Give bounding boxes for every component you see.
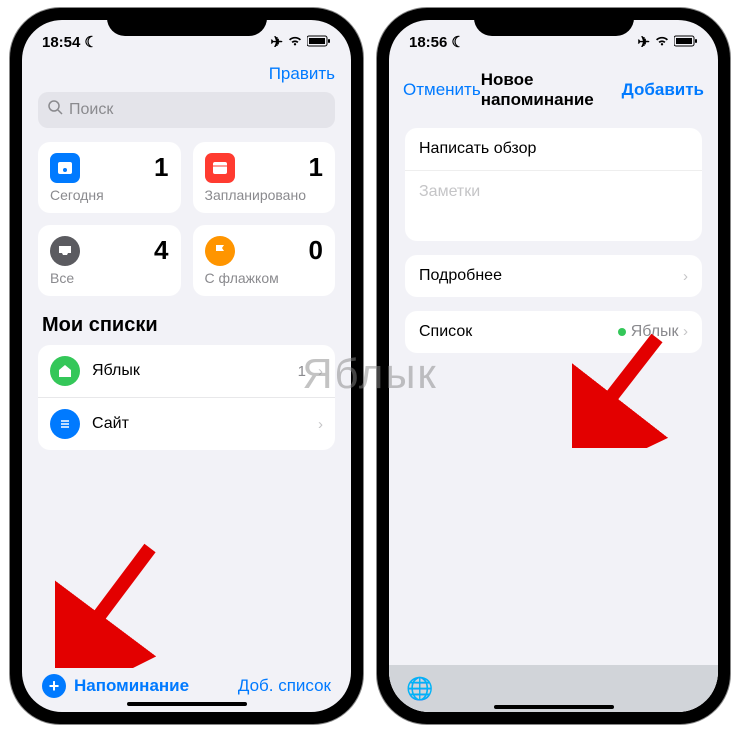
details-label: Подробнее	[419, 267, 502, 285]
status-time: 18:56	[409, 34, 447, 51]
chevron-right-icon: ›	[683, 268, 688, 285]
battery-icon	[674, 34, 698, 51]
list-label: Список	[419, 323, 472, 341]
airplane-icon: ✈	[637, 33, 650, 51]
nav-bar: Править	[22, 64, 351, 92]
card-scheduled-label: Запланировано	[205, 187, 324, 203]
form-details[interactable]: Подробнее ›	[405, 255, 702, 297]
calendar-icon	[205, 153, 235, 183]
card-flagged[interactable]: 0 С флажком	[193, 225, 336, 296]
screen-left: 18:54 ☾ ✈ Править Поиск	[22, 20, 351, 712]
card-today-count: 1	[154, 152, 168, 183]
calendar-today-icon	[50, 153, 80, 183]
list-item-yablyk[interactable]: Яблык 1 ›	[38, 345, 335, 398]
card-today-label: Сегодня	[50, 187, 169, 203]
battery-icon	[307, 34, 331, 51]
moon-icon: ☾	[451, 33, 464, 51]
list-item-site[interactable]: Сайт ›	[38, 398, 335, 450]
list-item-count: 1	[298, 363, 306, 380]
dot-icon	[618, 328, 626, 336]
card-scheduled-count: 1	[309, 152, 323, 183]
add-reminder-button[interactable]: + Напоминание	[42, 674, 189, 698]
add-button[interactable]: Добавить	[622, 80, 704, 100]
flag-icon	[205, 236, 235, 266]
form-title-notes: Написать обзор Заметки	[405, 128, 702, 241]
chevron-right-icon: ›	[318, 363, 323, 380]
list-icon	[50, 409, 80, 439]
inbox-icon	[50, 236, 80, 266]
list-value: Яблык	[631, 323, 679, 340]
airplane-icon: ✈	[270, 33, 283, 51]
moon-icon: ☾	[84, 33, 97, 51]
card-today[interactable]: 1 Сегодня	[38, 142, 181, 213]
keyboard: йцукенгшщзх фывапролджэ ячсмитьбю 123 ☺ …	[389, 665, 718, 712]
nav-title: Новое напоминание	[481, 70, 622, 110]
lists-title: Мои списки	[38, 314, 335, 337]
search-placeholder: Поиск	[69, 101, 113, 119]
phone-right: 18:56 ☾ ✈ Отменить Новое напоминание Доб…	[377, 8, 730, 724]
notch	[107, 8, 267, 36]
search-icon	[48, 100, 63, 120]
home-indicator[interactable]	[127, 702, 247, 706]
wifi-icon	[287, 34, 303, 51]
title-input[interactable]: Написать обзор	[405, 128, 702, 171]
plus-icon: +	[42, 674, 66, 698]
notch	[474, 8, 634, 36]
add-reminder-label: Напоминание	[74, 676, 189, 696]
nav-bar: Отменить Новое напоминание Добавить	[389, 64, 718, 120]
home-indicator[interactable]	[494, 705, 614, 709]
phone-left: 18:54 ☾ ✈ Править Поиск	[10, 8, 363, 724]
home-icon	[50, 356, 80, 386]
card-all-count: 4	[154, 235, 168, 266]
search-input[interactable]: Поиск	[38, 92, 335, 128]
notes-input[interactable]: Заметки	[405, 171, 702, 241]
list-item-label: Яблык	[92, 362, 286, 380]
wifi-icon	[654, 34, 670, 51]
globe-key[interactable]: 🌐	[406, 676, 433, 702]
card-all[interactable]: 4 Все	[38, 225, 181, 296]
chevron-right-icon: ›	[318, 416, 323, 433]
card-all-label: Все	[50, 270, 169, 286]
card-scheduled[interactable]: 1 Запланировано	[193, 142, 336, 213]
cancel-button[interactable]: Отменить	[403, 80, 481, 100]
screen-right: 18:56 ☾ ✈ Отменить Новое напоминание Доб…	[389, 20, 718, 712]
card-flagged-label: С флажком	[205, 270, 324, 286]
add-list-button[interactable]: Доб. список	[238, 676, 331, 696]
chevron-right-icon: ›	[683, 323, 688, 340]
list-item-label: Сайт	[92, 415, 306, 433]
form-list[interactable]: Список Яблык ›	[405, 311, 702, 353]
bottom-bar: + Напоминание Доб. список	[22, 674, 351, 698]
card-flagged-count: 0	[309, 235, 323, 266]
edit-button[interactable]: Править	[269, 64, 335, 84]
status-time: 18:54	[42, 34, 80, 51]
